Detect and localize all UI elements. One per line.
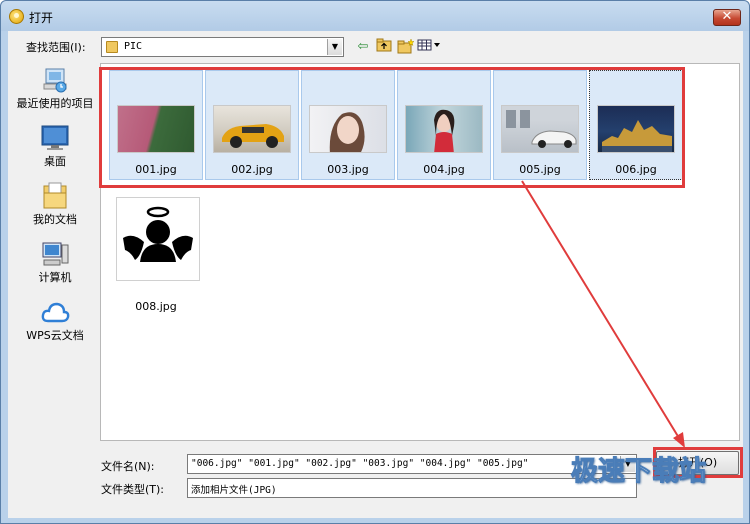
annotation-arrow <box>521 180 685 448</box>
open-dialog: 打开 ✕ 查找范围(I): PIC ▼ ⇦ 最近使用的项目 桌面 我的文档 计算… <box>0 0 750 524</box>
watermark-text: 极速下载站 <box>571 456 707 488</box>
